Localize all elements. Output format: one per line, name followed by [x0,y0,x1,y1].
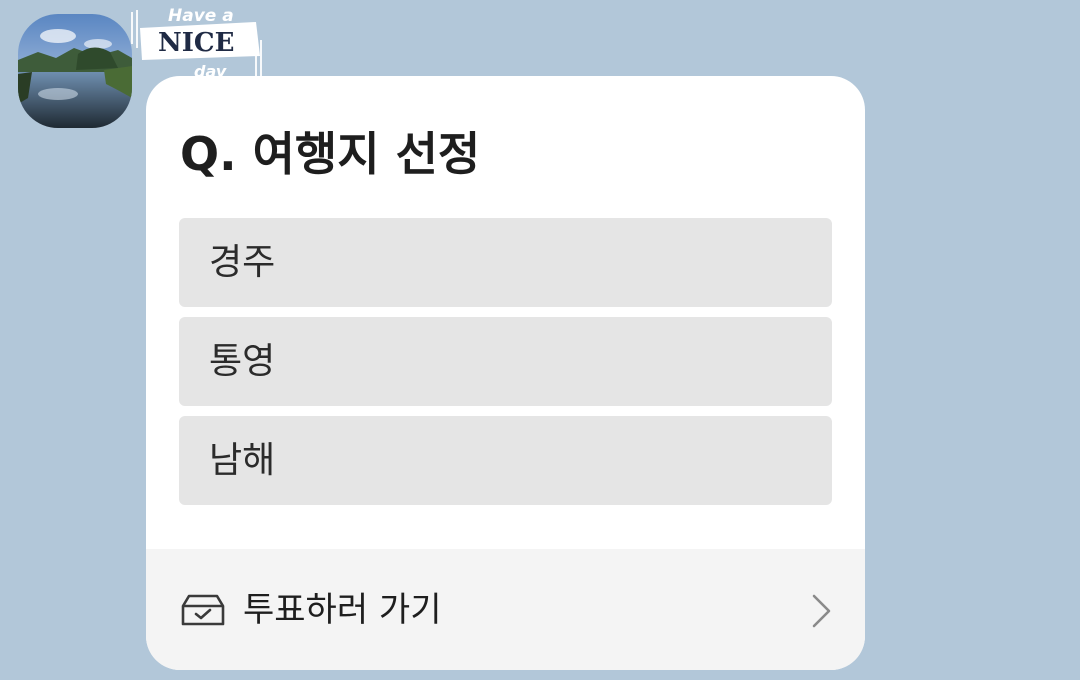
poll-option-3[interactable]: 남해 [179,416,832,505]
poll-title: Q. 여행지 선정 [180,127,481,181]
poll-option-2[interactable]: 통영 [179,317,832,406]
chevron-right-icon [811,594,831,628]
poll-option-label: 통영 [209,340,276,382]
poll-option-1[interactable]: 경주 [179,218,832,307]
poll-options: 경주 통영 남해 [179,218,832,515]
sticker-line-1: Have a [168,6,234,26]
poll-option-label: 경주 [209,241,276,283]
poll-card: Q. 여행지 선정 경주 통영 남해 투표하러 가기 [146,76,865,670]
ballot-box-icon [181,592,225,628]
landscape-photo-icon [18,14,132,128]
poll-option-label: 남해 [209,439,276,481]
sender-name-sticker: Have a NICE day [128,4,268,80]
go-vote-label: 투표하러 가기 [243,589,442,630]
profile-avatar[interactable] [18,14,132,128]
sticker-line-2: NICE [158,28,234,58]
go-vote-button[interactable]: 투표하러 가기 [146,549,865,670]
